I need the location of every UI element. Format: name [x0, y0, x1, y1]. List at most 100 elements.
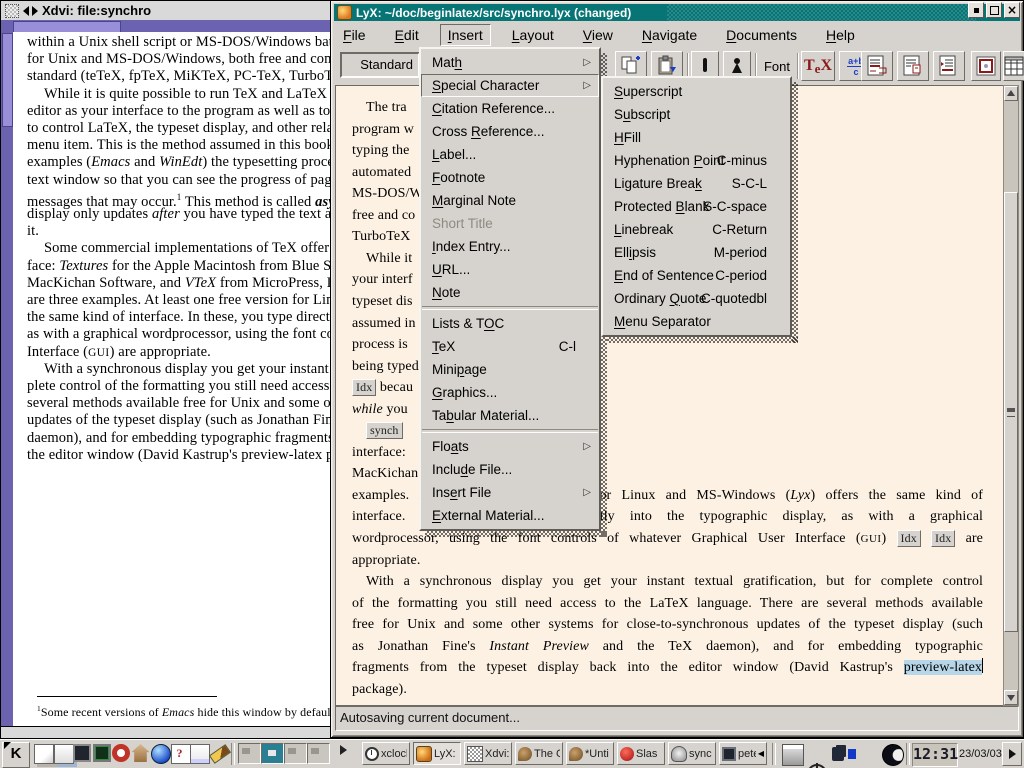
menu-item-tabular-material[interactable]: Tabular Material... [421, 404, 599, 427]
pager-desktop-4[interactable] [307, 743, 330, 764]
bird-icon [518, 747, 532, 761]
menu-item-citation-reference[interactable]: Citation Reference... [421, 97, 599, 120]
task-button-sync[interactable]: sync [668, 742, 716, 765]
menu-item-external-material[interactable]: External Material... [421, 504, 599, 527]
insert-figure-button[interactable] [971, 51, 1001, 81]
pager-desktop-3[interactable] [284, 743, 307, 764]
task-button-xdvi[interactable]: Xdvi: [464, 742, 512, 765]
menu-item-ordinary-quote[interactable]: Ordinary QuoteC-quotedbl [603, 287, 790, 310]
globe-icon[interactable] [151, 744, 171, 764]
menu-item-index-entry[interactable]: Index Entry... [421, 235, 599, 258]
menubar-item-layout[interactable]: Layout [504, 24, 562, 46]
digital-clock[interactable]: 12:31 [912, 743, 958, 767]
menubar-item-documents[interactable]: Documents [718, 24, 805, 46]
menu-item-menu-separator[interactable]: Menu Separator [603, 310, 790, 333]
insert-table-button[interactable] [1003, 51, 1024, 81]
task-button-theg[interactable]: The G [515, 742, 563, 765]
notes-icon[interactable] [190, 744, 210, 764]
menu-item-hyphenation-point[interactable]: Hyphenation PointC-minus [603, 149, 790, 172]
plug-icon[interactable] [832, 747, 844, 761]
scroll-up-button[interactable] [1004, 86, 1018, 101]
menubar-item-view[interactable]: View [575, 24, 621, 46]
minimize-button[interactable] [968, 2, 984, 18]
xdvi-titlebar[interactable]: Xdvi: file:synchro [1, 1, 340, 21]
iconify-icon[interactable] [23, 6, 29, 16]
menu-item-footnote[interactable]: Footnote [421, 166, 599, 189]
xdvi-vscroll-thumb[interactable] [2, 33, 13, 127]
menu-item-hfill[interactable]: HFill [603, 126, 790, 149]
insert-footnote-button[interactable] [861, 51, 893, 81]
menubar-item-help[interactable]: Help [818, 24, 863, 46]
close-button[interactable] [1004, 2, 1020, 18]
tex-mode-button[interactable]: TeX [801, 51, 835, 81]
menu-item-linebreak[interactable]: LinebreakC-Return [603, 218, 790, 241]
menu-item-url[interactable]: URL... [421, 258, 599, 281]
menu-item-include-file[interactable]: Include File... [421, 458, 599, 481]
menu-item-marginal-note[interactable]: Marginal Note [421, 189, 599, 212]
menu-item-insert-file[interactable]: Insert File▷ [421, 481, 599, 504]
printer-icon[interactable] [782, 744, 804, 766]
moon-icon[interactable] [882, 744, 904, 766]
synch-inset[interactable]: synch [366, 422, 403, 439]
maximize-button[interactable] [986, 2, 1002, 18]
insert-marginnote-button[interactable] [897, 51, 929, 81]
page-text-line: the editor window (David Kastrup's previ… [27, 447, 340, 464]
pager-desktop-1[interactable] [238, 743, 261, 764]
change-depth-button[interactable] [933, 51, 965, 81]
text-run: as Jonathan Fine's [352, 639, 489, 654]
menu-item-ligature-break[interactable]: Ligature BreakS-C-L [603, 172, 790, 195]
menu-item-graphics[interactable]: Graphics... [421, 381, 599, 404]
task-button-lyx[interactable]: LyX: [413, 742, 461, 765]
menu-item-short-title[interactable]: Short Title [421, 212, 599, 235]
menu-item-math[interactable]: Math▷ [421, 51, 599, 74]
menu-item-cross-reference[interactable]: Cross Reference... [421, 120, 599, 143]
menu-item-minipage[interactable]: Minipage [421, 358, 599, 381]
menubar-item-navigate[interactable]: Navigate [634, 24, 705, 46]
lifesaver-icon[interactable] [112, 744, 130, 762]
idx-inset[interactable]: Idx [897, 530, 921, 547]
doc-line: of the formatting you still need access … [352, 593, 983, 614]
files-icon[interactable] [34, 744, 54, 764]
lyx-titlebar[interactable]: LyX: ~/doc/beginlatex/src/synchro.lyx (c… [334, 4, 1020, 21]
monitor-icon[interactable] [73, 744, 91, 762]
menu-item-note[interactable]: Note [421, 281, 599, 304]
stamp-icon[interactable] [54, 744, 74, 764]
menubar-item-edit[interactable]: Edit [387, 24, 427, 46]
menu-item-subscript[interactable]: Subscript [603, 103, 790, 126]
menubar-item-file[interactable]: File [335, 24, 374, 46]
menu-item-end-of-sentence[interactable]: End of SentenceC-period [603, 264, 790, 287]
idx-inset[interactable]: Idx [352, 379, 376, 396]
terminal-icon[interactable] [93, 744, 111, 762]
idx-inset[interactable]: Idx [931, 530, 955, 547]
power-icon[interactable] [807, 764, 827, 768]
text-run: becau [376, 380, 413, 395]
k-menu-button[interactable]: K [2, 742, 30, 768]
khelp-icon[interactable] [171, 744, 191, 764]
menubar-item-insert[interactable]: Insert [440, 24, 491, 46]
monitor-icon [722, 747, 736, 761]
layout-combo[interactable]: Standard [340, 52, 420, 78]
iconify-icon[interactable] [32, 6, 38, 16]
menu-item-special-character[interactable]: Special Character▷ [421, 74, 599, 97]
menu-shortcut: M-period [714, 242, 767, 263]
text-run: automated [352, 165, 411, 180]
panel-hide-button[interactable] [1002, 742, 1022, 766]
task-button-xclock[interactable]: xclock [362, 742, 410, 765]
menu-item-tex[interactable]: TeXC-l [421, 335, 599, 358]
panel-extension-arrow-icon[interactable] [340, 745, 347, 755]
document-scrollbar[interactable] [1003, 85, 1019, 706]
scroll-down-button[interactable] [1004, 690, 1018, 705]
task-button-unti[interactable]: *Unti [566, 742, 614, 765]
menu-item-protected-blank[interactable]: Protected BlankS-C-space [603, 195, 790, 218]
task-button-pete[interactable]: pete◀ [719, 742, 767, 765]
task-button-slas[interactable]: Slas [617, 742, 665, 765]
menu-item-superscript[interactable]: Superscript [603, 80, 790, 103]
menu-item-lists-toc[interactable]: Lists & TOC [421, 312, 599, 335]
menu-item-floats[interactable]: Floats▷ [421, 435, 599, 458]
task-label: The G [534, 748, 560, 760]
scrollbar-thumb[interactable] [1004, 192, 1018, 632]
text-run: being typed [352, 359, 419, 374]
menu-item-label[interactable]: Label... [421, 143, 599, 166]
pager-desktop-2[interactable] [261, 743, 284, 764]
menu-item-ellipsis[interactable]: EllipsisM-period [603, 241, 790, 264]
